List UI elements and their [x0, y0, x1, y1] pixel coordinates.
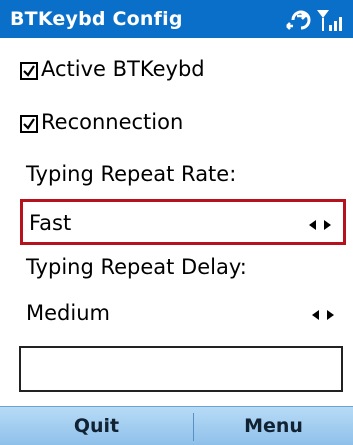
device-screen: BTKeybd Config Active BTKeybd Reconnecti…	[0, 0, 353, 445]
repeat-delay-label: Typing Repeat Delay:	[26, 255, 247, 279]
left-right-arrows-icon[interactable]	[310, 307, 336, 323]
active-label[interactable]: Active BTKeybd	[41, 57, 205, 81]
repeat-delay-value: Medium	[26, 301, 110, 325]
quit-softkey[interactable]: Quit	[0, 407, 193, 445]
left-right-arrows-icon[interactable]	[307, 217, 333, 233]
reconnection-label[interactable]: Reconnection	[41, 110, 183, 134]
repeat-rate-label: Typing Repeat Rate:	[26, 162, 237, 186]
app-title: BTKeybd Config	[10, 8, 183, 30]
text-input-box[interactable]	[19, 346, 343, 392]
repeat-delay-picker[interactable]: Medium	[20, 292, 346, 338]
softkey-bar: Quit Menu	[0, 406, 353, 445]
checkmark-icon	[23, 65, 35, 77]
active-checkbox[interactable]	[20, 62, 38, 80]
repeat-rate-value: Fast	[29, 211, 72, 235]
checkmark-icon	[23, 118, 35, 130]
menu-softkey[interactable]: Menu	[194, 407, 353, 445]
title-bar: BTKeybd Config	[0, 0, 353, 38]
bluetooth-sync-icon	[286, 10, 311, 30]
repeat-rate-picker[interactable]: Fast	[20, 199, 346, 245]
reconnection-checkbox[interactable]	[20, 115, 38, 133]
status-icons	[285, 6, 345, 34]
signal-strength-icon	[317, 10, 342, 31]
